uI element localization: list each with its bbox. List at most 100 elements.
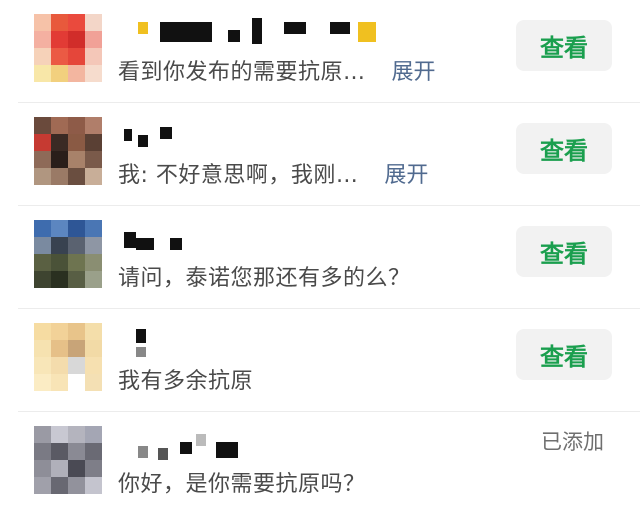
avatar-pixel [68, 134, 85, 151]
avatar-pixel [68, 237, 85, 254]
avatar-pixel [51, 65, 68, 82]
avatar-pixel [51, 168, 68, 185]
avatar-pixel [85, 254, 102, 271]
avatar-pixel [85, 374, 102, 391]
avatar-pixel [51, 443, 68, 460]
avatar-pixel [34, 340, 51, 357]
avatar-pixel [34, 151, 51, 168]
avatar[interactable] [34, 426, 102, 494]
avatar-pixel [85, 340, 102, 357]
avatar-pixel [68, 220, 85, 237]
avatar-pixel [34, 323, 51, 340]
view-button[interactable]: 查看 [516, 226, 612, 277]
avatar-pixel [51, 254, 68, 271]
contact-name-redacted [118, 222, 418, 252]
avatar-pixel [85, 323, 102, 340]
avatar-pixel [68, 323, 85, 340]
avatar-pixel [85, 168, 102, 185]
list-item[interactable]: 我: 不好意思啊，我刚… 展开 查看 [0, 103, 640, 206]
expand-link[interactable]: 展开 [384, 163, 428, 188]
avatar-pixel [85, 477, 102, 494]
avatar-pixel [68, 168, 85, 185]
avatar-pixel [34, 168, 51, 185]
avatar-pixel [51, 134, 68, 151]
avatar-pixel [34, 426, 51, 443]
avatar-pixel [34, 237, 51, 254]
avatar-pixel [51, 477, 68, 494]
avatar-pixel [85, 271, 102, 288]
avatar-pixel [68, 254, 85, 271]
avatar-pixel [34, 443, 51, 460]
avatar-pixel [51, 220, 68, 237]
message-preview: 我有多余抗原 [118, 369, 254, 394]
avatar-pixel [51, 151, 68, 168]
avatar-pixel [85, 357, 102, 374]
avatar[interactable] [34, 117, 102, 185]
view-button[interactable]: 查看 [516, 329, 612, 380]
avatar-pixel [51, 426, 68, 443]
avatar-pixel [68, 48, 85, 65]
avatar-pixel [85, 31, 102, 48]
avatar-pixel [51, 31, 68, 48]
avatar-pixel [51, 48, 68, 65]
avatar-pixel [85, 14, 102, 31]
avatar-pixel [68, 374, 85, 391]
avatar-pixel [51, 460, 68, 477]
avatar[interactable] [34, 14, 102, 82]
avatar-pixel [68, 14, 85, 31]
avatar-pixel [85, 237, 102, 254]
avatar-pixel [51, 271, 68, 288]
contact-name-redacted [118, 119, 418, 149]
avatar-pixel [68, 340, 85, 357]
avatar-pixel [34, 220, 51, 237]
avatar-pixel [34, 374, 51, 391]
avatar-pixel [34, 271, 51, 288]
avatar-pixel [51, 357, 68, 374]
avatar-pixel [34, 14, 51, 31]
friend-request-list: 看到你发布的需要抗原… 展开 查看 我: 不好意思啊，我刚… 展开 查看 请问，泰诺… [0, 0, 640, 507]
list-item[interactable]: 你好，是你需要抗原吗？ 已添加 [0, 412, 640, 507]
avatar-pixel [68, 477, 85, 494]
avatar[interactable] [34, 220, 102, 288]
avatar-pixel [85, 65, 102, 82]
avatar-pixel [34, 65, 51, 82]
avatar-pixel [68, 151, 85, 168]
avatar-pixel [34, 31, 51, 48]
message-preview: 请问，泰诺您那还有多的么？ [118, 266, 411, 291]
avatar-pixel [34, 477, 51, 494]
expand-link[interactable]: 展开 [392, 60, 436, 85]
avatar-pixel [51, 14, 68, 31]
list-item[interactable]: 看到你发布的需要抗原… 展开 查看 [0, 0, 640, 103]
contact-name-redacted [118, 428, 418, 460]
avatar-pixel [68, 65, 85, 82]
contact-name-redacted [118, 325, 418, 357]
avatar-pixel [68, 271, 85, 288]
avatar-pixel [34, 134, 51, 151]
avatar-pixel [85, 426, 102, 443]
avatar-pixel [51, 340, 68, 357]
message-preview: 看到你发布的需要抗原… [118, 60, 366, 85]
avatar-pixel [51, 323, 68, 340]
avatar-pixel [85, 151, 102, 168]
view-button[interactable]: 查看 [516, 123, 612, 174]
avatar-pixel [34, 117, 51, 134]
avatar-pixel [34, 460, 51, 477]
avatar-pixel [85, 48, 102, 65]
avatar-pixel [68, 117, 85, 134]
avatar-pixel [51, 117, 68, 134]
avatar-pixel [85, 117, 102, 134]
avatar-pixel [68, 443, 85, 460]
avatar-pixel [68, 426, 85, 443]
list-item[interactable]: 我有多余抗原 查看 [0, 309, 640, 412]
avatar-pixel [34, 357, 51, 374]
avatar[interactable] [34, 323, 102, 391]
avatar-pixel [85, 134, 102, 151]
contact-name-redacted [118, 16, 418, 46]
message-preview: 我: 不好意思啊，我刚… [118, 163, 359, 188]
list-item[interactable]: 请问，泰诺您那还有多的么？ 查看 [0, 206, 640, 309]
avatar-pixel [51, 237, 68, 254]
avatar-pixel [68, 357, 85, 374]
avatar-pixel [68, 31, 85, 48]
added-status: 已添加 [541, 430, 604, 454]
view-button[interactable]: 查看 [516, 20, 612, 71]
